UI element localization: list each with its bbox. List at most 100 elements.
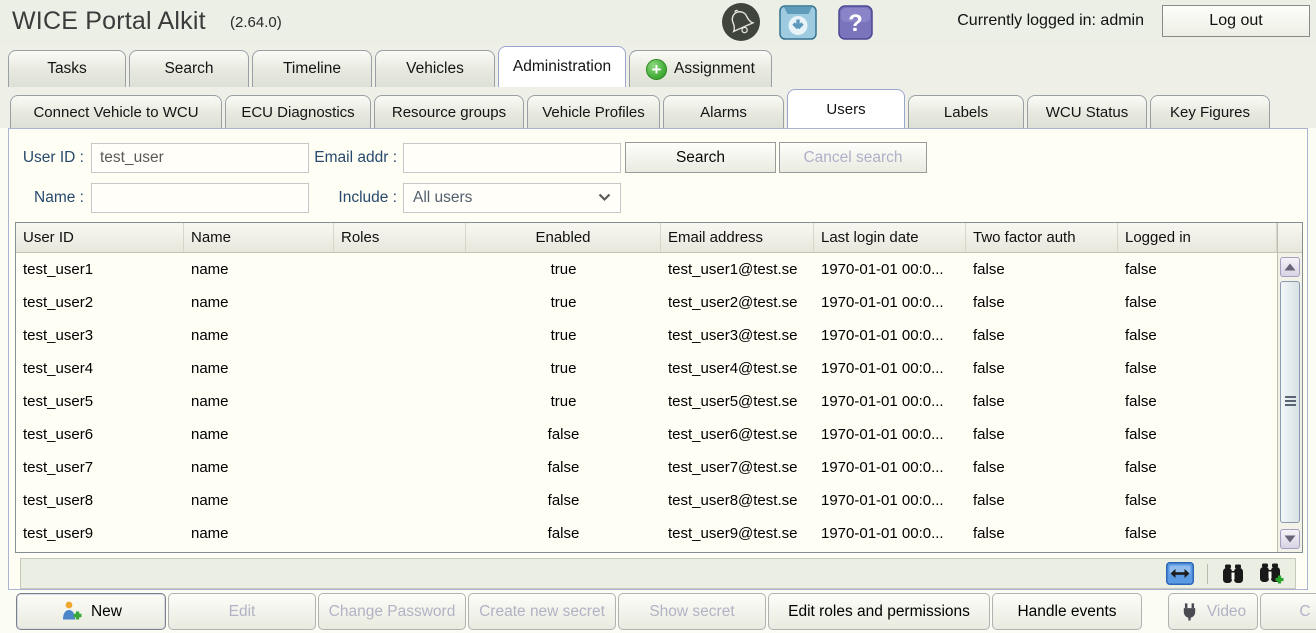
name-input[interactable]: [91, 183, 309, 213]
cell-last-login: 1970-01-01 00:0...: [814, 294, 966, 311]
column-header-enabled[interactable]: Enabled: [466, 223, 661, 252]
column-header-name[interactable]: Name: [184, 223, 334, 252]
cell-user-id: test_user2: [16, 294, 184, 311]
cell-two-factor: false: [966, 459, 1118, 476]
sub-tab-wcu-status[interactable]: WCU Status: [1027, 95, 1147, 128]
sub-tab-resource-groups[interactable]: Resource groups: [374, 95, 524, 128]
table-row[interactable]: test_user1nametruetest_user1@test.se1970…: [16, 253, 1277, 286]
table-row[interactable]: test_user8namefalsetest_user8@test.se197…: [16, 484, 1277, 517]
new-button[interactable]: New: [16, 593, 166, 630]
table-row[interactable]: test_user6namefalsetest_user6@test.se197…: [16, 418, 1277, 451]
cell-name: name: [184, 459, 334, 476]
column-header-roles[interactable]: Roles: [334, 223, 466, 252]
main-tab-assignment[interactable]: +Assignment: [629, 50, 772, 87]
column-header-email-address[interactable]: Email address: [661, 223, 814, 252]
button-label: Create new secret: [479, 603, 605, 621]
table-row[interactable]: test_user9namefalsetest_user9@test.se197…: [16, 517, 1277, 550]
sub-tab-alarms[interactable]: Alarms: [663, 95, 784, 128]
app-title: WICE Portal Alkit: [12, 7, 206, 36]
search-form-row-1: User ID : Email addr : Search Cancel sea…: [9, 142, 927, 173]
main-tab-tasks[interactable]: Tasks: [8, 50, 126, 87]
include-select[interactable]: All users: [403, 183, 621, 213]
cell-last-login: 1970-01-01 00:0...: [814, 459, 966, 476]
button-label: Edit: [229, 603, 256, 621]
cell-two-factor: false: [966, 393, 1118, 410]
cell-user-id: test_user3: [16, 327, 184, 344]
cell-enabled: false: [466, 525, 661, 542]
cell-logged-in: false: [1118, 393, 1277, 410]
tab-label: ECU Diagnostics: [241, 104, 354, 121]
cell-name: name: [184, 360, 334, 377]
cell-email: test_user3@test.se: [661, 327, 814, 344]
sub-tab-users[interactable]: Users: [787, 89, 905, 128]
sub-tab-connect-vehicle-to-wcu[interactable]: Connect Vehicle to WCU: [10, 95, 222, 128]
tab-label: Timeline: [283, 60, 341, 78]
main-tab-timeline[interactable]: Timeline: [252, 50, 372, 87]
tab-label: Vehicle Profiles: [542, 104, 645, 121]
scroll-down-button[interactable]: [1280, 529, 1300, 549]
table-row[interactable]: test_user2nametruetest_user2@test.se1970…: [16, 286, 1277, 319]
sub-tab-labels[interactable]: Labels: [908, 95, 1024, 128]
cell-last-login: 1970-01-01 00:0...: [814, 525, 966, 542]
sub-tab-vehicle-profiles[interactable]: Vehicle Profiles: [527, 95, 660, 128]
table-row[interactable]: test_user7namefalsetest_user7@test.se197…: [16, 451, 1277, 484]
main-tab-vehicles[interactable]: Vehicles: [375, 50, 495, 87]
cell-name: name: [184, 426, 334, 443]
handle-events-button[interactable]: Handle events: [992, 593, 1142, 630]
tab-label: Key Figures: [1170, 104, 1250, 121]
column-header-logged-in[interactable]: Logged in: [1118, 223, 1277, 252]
wice-portal-window: WICE Portal Alkit (2.64.0): [0, 0, 1316, 633]
main-tab-administration[interactable]: Administration: [498, 46, 626, 87]
email-addr-label: Email addr :: [309, 149, 403, 167]
resize-columns-icon[interactable]: [1166, 562, 1194, 585]
c-button: C: [1260, 593, 1316, 630]
table-row[interactable]: test_user5nametruetest_user5@test.se1970…: [16, 385, 1277, 418]
find-icon[interactable]: [1221, 563, 1245, 585]
email-addr-input[interactable]: [403, 143, 621, 173]
column-header-two-factor-auth[interactable]: Two factor auth: [966, 223, 1118, 252]
cell-two-factor: false: [966, 294, 1118, 311]
cell-enabled: false: [466, 459, 661, 476]
cell-user-id: test_user9: [16, 525, 184, 542]
tab-label: Search: [164, 60, 213, 78]
cell-email: test_user6@test.se: [661, 426, 814, 443]
scroll-up-button[interactable]: [1280, 257, 1300, 277]
edit-button: Edit: [168, 593, 316, 630]
search-button[interactable]: Search: [625, 142, 776, 173]
svg-text:?: ?: [848, 10, 863, 37]
table-row[interactable]: test_user3nametruetest_user3@test.se1970…: [16, 319, 1277, 352]
main-tab-search[interactable]: Search: [129, 50, 249, 87]
app-version: (2.64.0): [230, 14, 282, 31]
table-row[interactable]: test_user4nametruetest_user4@test.se1970…: [16, 352, 1277, 385]
edit-roles-and-permissions-button[interactable]: Edit roles and permissions: [768, 593, 990, 630]
logout-button[interactable]: Log out: [1162, 5, 1310, 37]
scroll-thumb[interactable]: [1280, 281, 1300, 523]
bottom-toolbar: NewEditChange PasswordCreate new secretS…: [0, 593, 1316, 633]
video-button: Video: [1168, 593, 1258, 630]
cell-user-id: test_user5: [16, 393, 184, 410]
alarm-bell-icon[interactable]: [721, 2, 761, 42]
sub-tab-key-figures[interactable]: Key Figures: [1150, 95, 1270, 128]
table-body: test_user1nametruetest_user1@test.se1970…: [16, 253, 1277, 550]
column-header-user-id[interactable]: User ID: [16, 223, 184, 252]
cell-email: test_user5@test.se: [661, 393, 814, 410]
tab-label: Alarms: [700, 104, 747, 121]
cell-logged-in: false: [1118, 294, 1277, 311]
cell-name: name: [184, 327, 334, 344]
green-plus-icon: +: [646, 59, 667, 80]
download-icon[interactable]: [779, 4, 817, 41]
help-icon[interactable]: ?: [838, 5, 873, 40]
cell-logged-in: false: [1118, 261, 1277, 278]
user-id-input[interactable]: [91, 143, 309, 173]
cell-enabled: true: [466, 393, 661, 410]
cell-email: test_user2@test.se: [661, 294, 814, 311]
cell-user-id: test_user6: [16, 426, 184, 443]
cell-user-id: test_user7: [16, 459, 184, 476]
cell-logged-in: false: [1118, 492, 1277, 509]
find-add-icon[interactable]: [1258, 562, 1285, 585]
vertical-scrollbar[interactable]: [1277, 223, 1302, 552]
sub-tab-ecu-diagnostics[interactable]: ECU Diagnostics: [225, 95, 371, 128]
column-header-last-login-date[interactable]: Last login date: [814, 223, 966, 252]
button-label: Change Password: [329, 603, 456, 621]
cell-email: test_user8@test.se: [661, 492, 814, 509]
